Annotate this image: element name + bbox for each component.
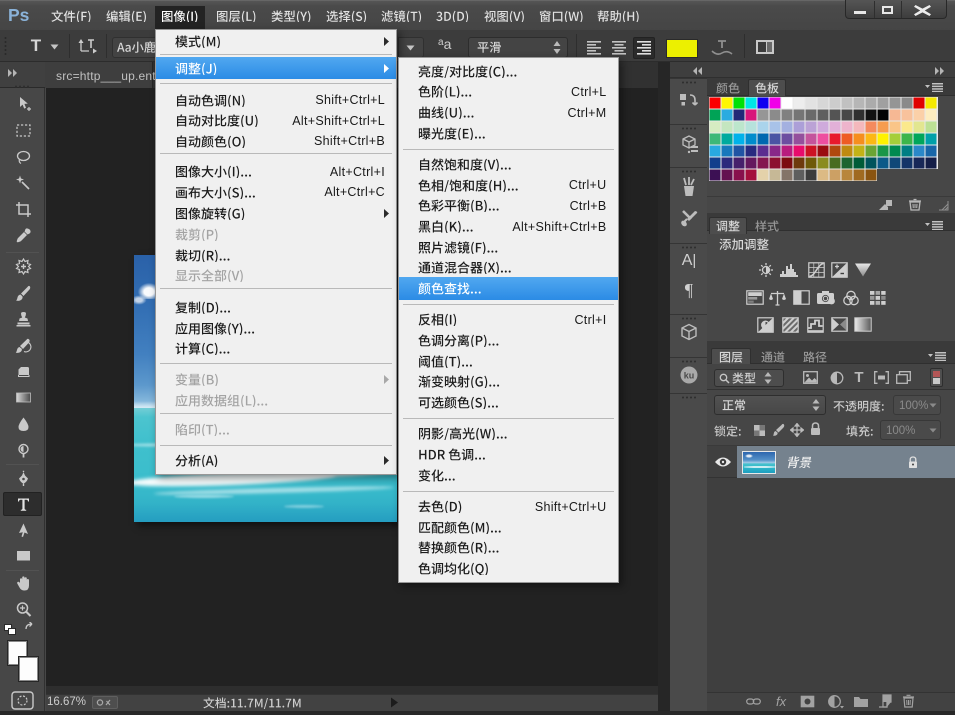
svg-text:ku: ku	[684, 371, 695, 381]
